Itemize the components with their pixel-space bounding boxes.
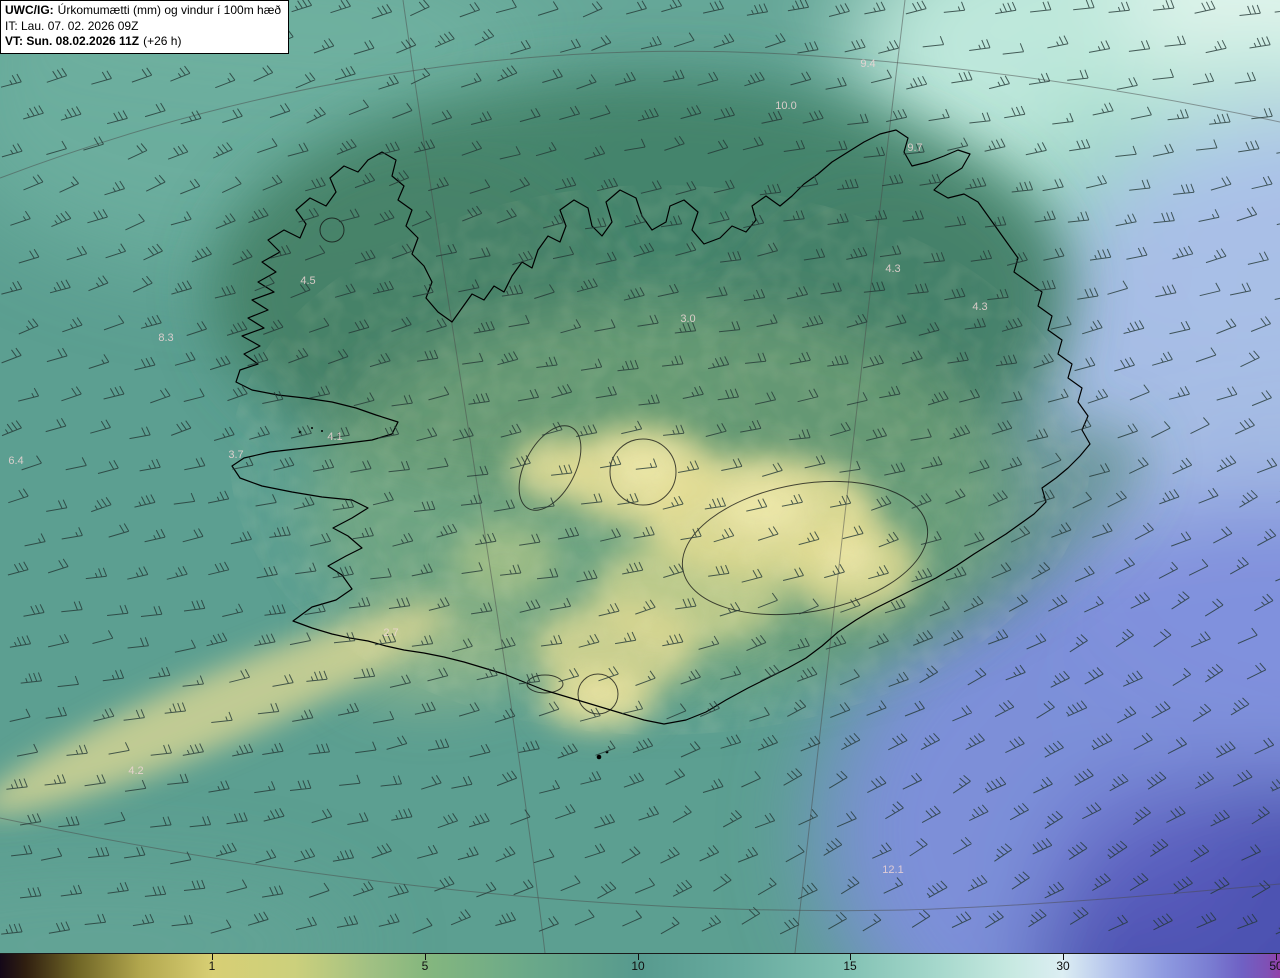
colorbar-label: 10 bbox=[631, 959, 644, 973]
weather-map-view: 4.5 8.3 6.4 4.1 3.7 2.7 4.2 3.0 4.3 4.3 9.4 10.0 9.7… bbox=[0, 0, 1280, 978]
precip-value-label: 2.7 bbox=[383, 627, 398, 639]
init-time-line: IT: Lau. 07. 02. 2026 09Z bbox=[5, 19, 281, 35]
colorbar-label: 15 bbox=[843, 959, 856, 973]
precip-value-label: 4.3 bbox=[972, 301, 987, 313]
precip-value-label: 3.7 bbox=[228, 449, 243, 461]
precip-value-label: 4.1 bbox=[327, 431, 342, 443]
colorbar-label: 1 bbox=[209, 959, 216, 973]
map-title-text: Úrkomumætti (mm) og vindur í 100m hæð bbox=[58, 3, 281, 17]
valid-time-line: VT: Sun. 08.02.2026 11Z (+26 h) bbox=[5, 34, 281, 50]
model-label: UWC/IG: bbox=[5, 3, 54, 17]
precip-value-label: 6.4 bbox=[8, 455, 23, 467]
precip-value-label: 4.3 bbox=[885, 263, 900, 275]
colorbar-label: 50 bbox=[1269, 959, 1280, 973]
precip-value-label: 10.0 bbox=[775, 100, 796, 112]
valid-offset-text: (+26 h) bbox=[143, 34, 181, 48]
weather-map-canvas: 4.5 8.3 6.4 4.1 3.7 2.7 4.2 3.0 4.3 4.3 9.4 10.0 9.7… bbox=[0, 0, 1280, 953]
precip-value-label: 4.5 bbox=[300, 275, 315, 287]
precip-value-label: 9.7 bbox=[907, 142, 922, 154]
colorbar-label: 5 bbox=[422, 959, 429, 973]
precip-value-label: 12.1 bbox=[882, 864, 903, 876]
precip-value-label: 8.3 bbox=[158, 332, 173, 344]
colorbar: 1510153050 bbox=[0, 953, 1280, 978]
precip-value-label: 9.4 bbox=[860, 58, 875, 70]
map-title-box: UWC/IG: Úrkomumætti (mm) og vindur í 100m… bbox=[0, 0, 289, 54]
colorbar-label: 30 bbox=[1056, 959, 1069, 973]
precip-value-label: 4.2 bbox=[128, 765, 143, 777]
valid-time-text: VT: Sun. 08.02.2026 11Z bbox=[5, 34, 139, 48]
precip-value-label: 3.0 bbox=[680, 313, 695, 325]
texture-overlay bbox=[230, 185, 1090, 735]
map-title-line: UWC/IG: Úrkomumætti (mm) og vindur í 100m… bbox=[5, 3, 281, 19]
